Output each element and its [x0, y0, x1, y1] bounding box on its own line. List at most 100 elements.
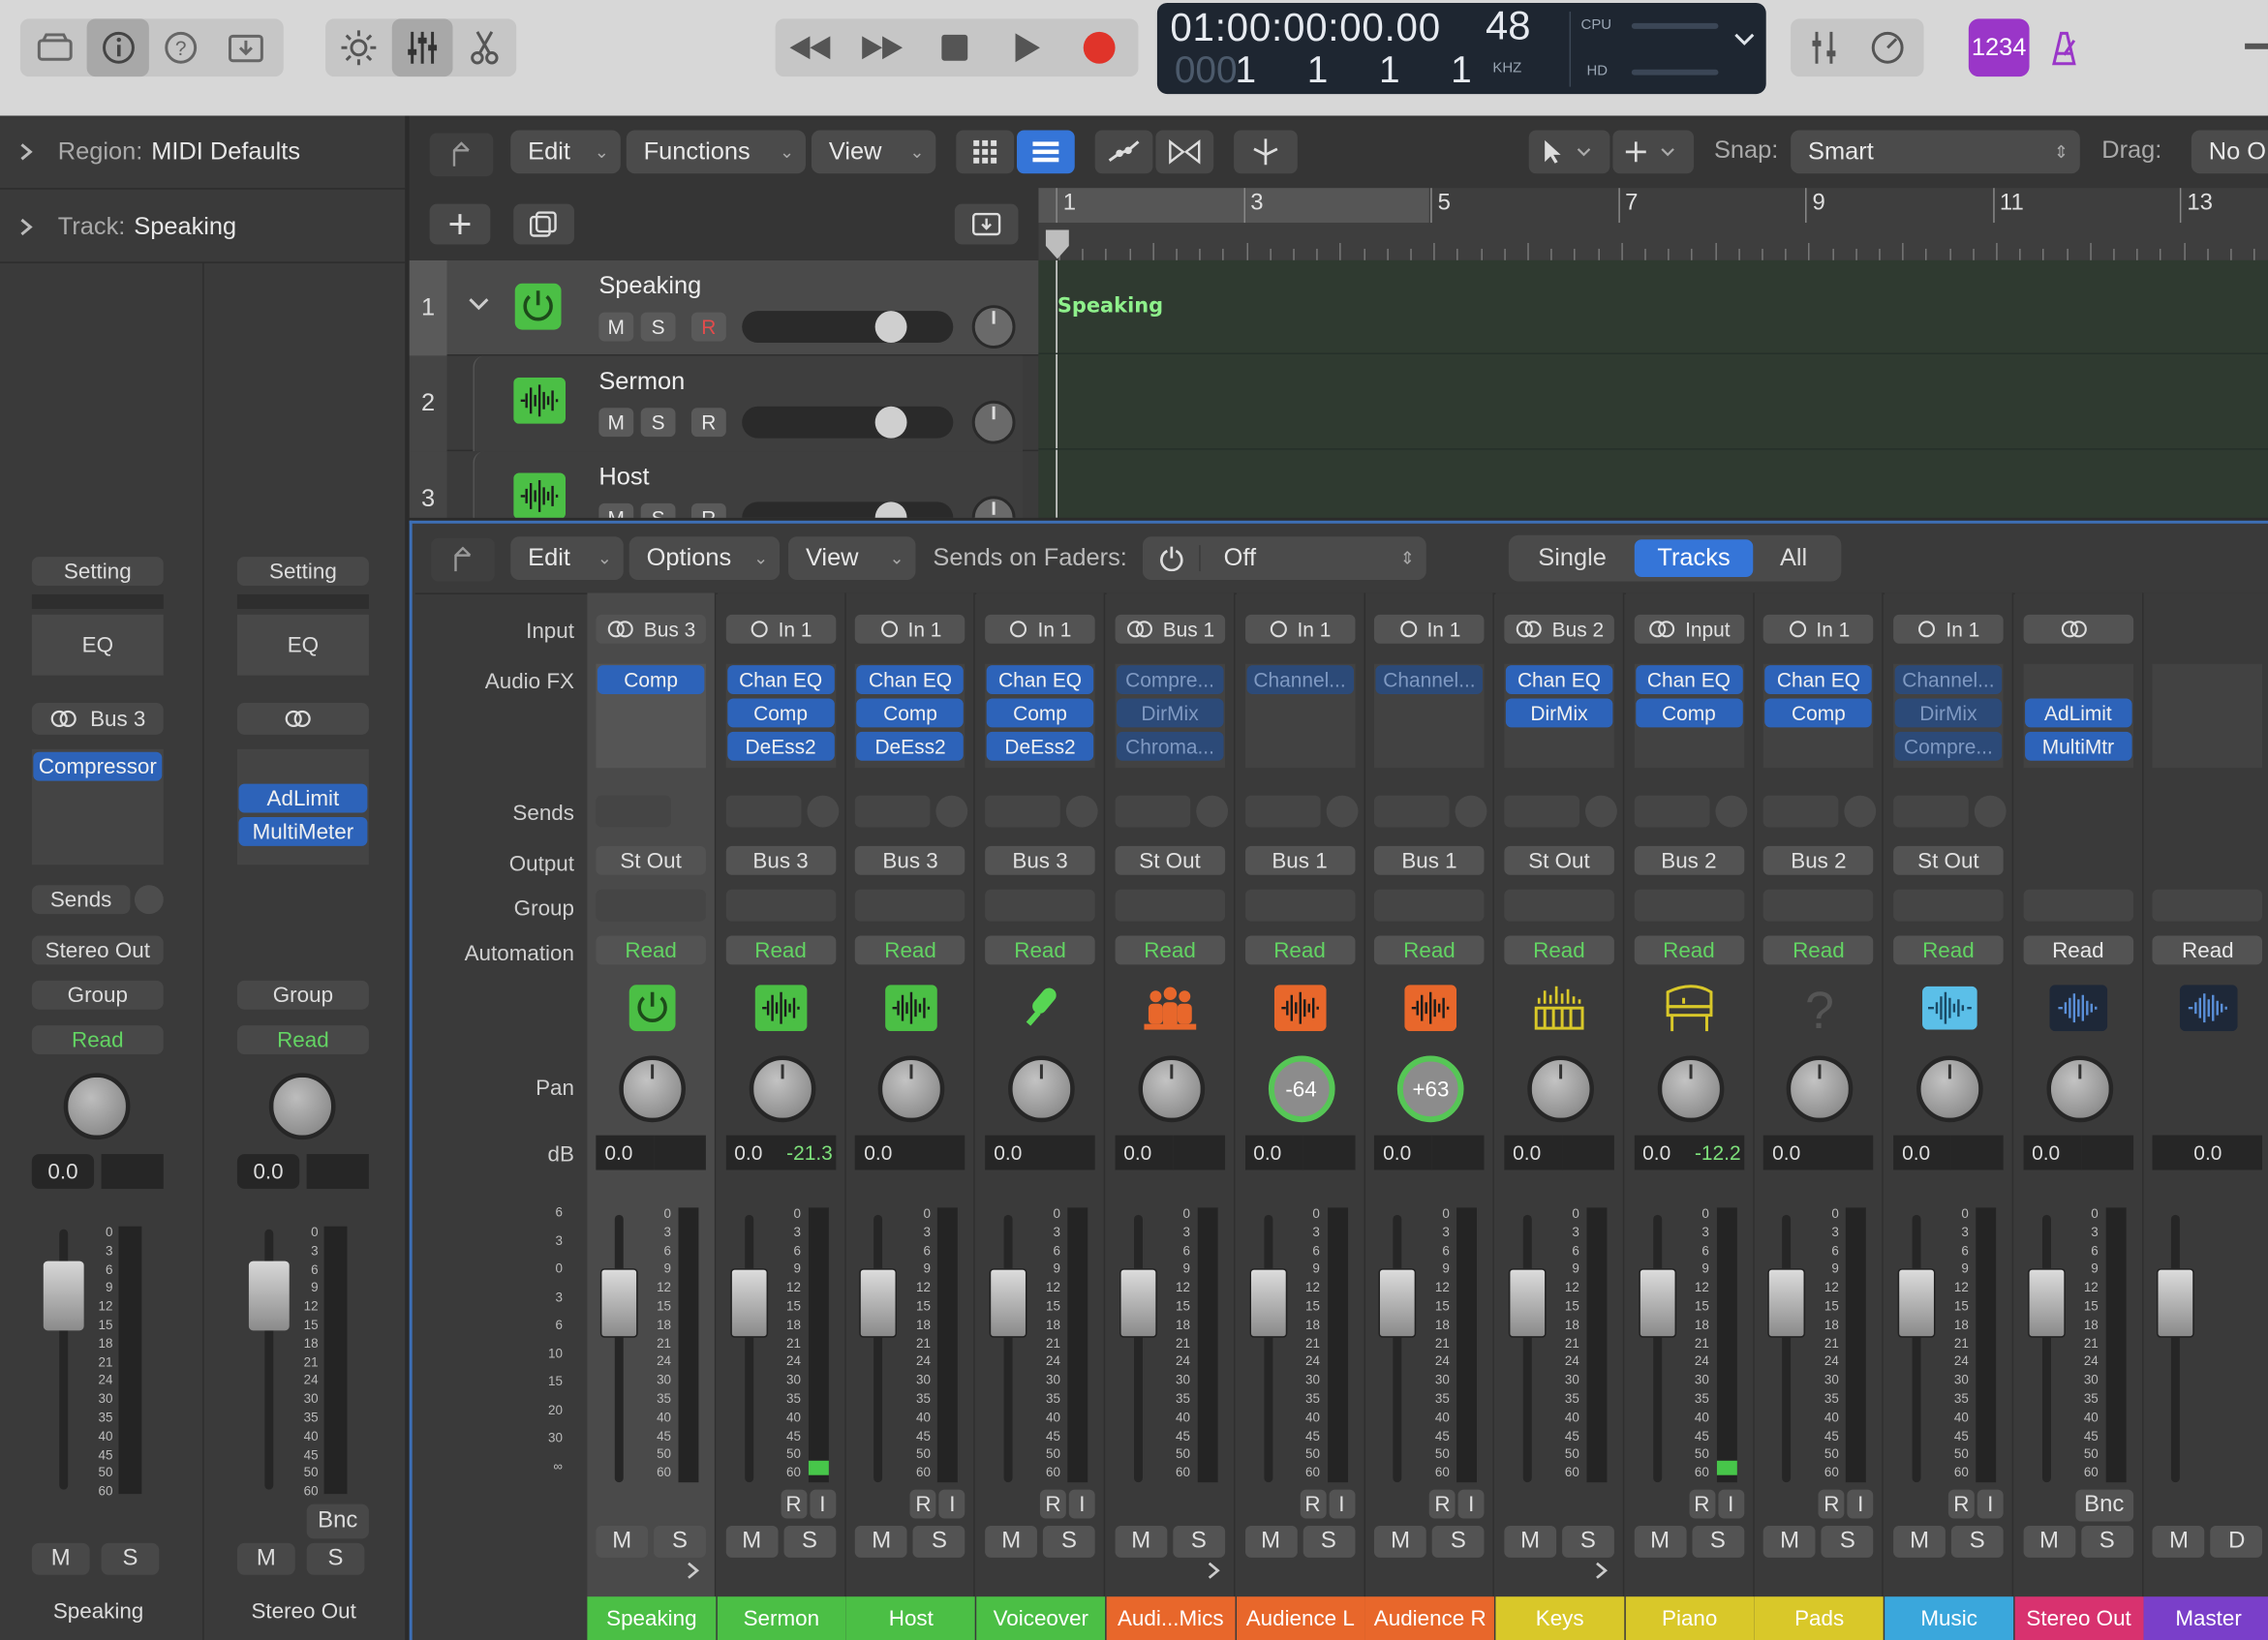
channel-name[interactable]: Audience L — [1236, 1596, 1365, 1640]
folder-expand-icon[interactable] — [684, 1561, 701, 1581]
output-icon[interactable] — [2014, 981, 2143, 1036]
volume-readout[interactable]: 0.0 — [985, 1135, 1044, 1170]
input-slot[interactable] — [2023, 614, 2133, 644]
mixer-icon[interactable] — [391, 18, 453, 77]
channel-name[interactable]: Stereo Out — [223, 1599, 384, 1624]
automation-mode[interactable]: Read — [1893, 935, 2004, 965]
folder-expand-icon[interactable] — [1592, 1561, 1609, 1581]
edit-menu[interactable]: Edit ⌄ — [510, 130, 621, 174]
volume-readout[interactable]: 0.0 — [1374, 1135, 1432, 1170]
folder-expand-icon[interactable] — [1205, 1561, 1222, 1581]
send-knob[interactable] — [1455, 795, 1487, 828]
pan-knob[interactable] — [268, 1073, 336, 1140]
volume-fader[interactable] — [1378, 1268, 1417, 1338]
output-slot[interactable]: Stereo Out — [31, 935, 164, 965]
track-header[interactable]: 1 Speaking M S R — [409, 259, 1039, 356]
rewind-icon[interactable] — [782, 21, 840, 74]
audio-fx-slot[interactable]: Chroma... — [1116, 731, 1224, 761]
volume-readout[interactable]: 0.0 — [855, 1135, 914, 1170]
automation-mode[interactable]: Read — [1115, 935, 1225, 965]
play-icon[interactable] — [998, 21, 1057, 74]
audio-fx-slot[interactable]: DirMix — [1894, 698, 2003, 728]
track-header[interactable]: 2 Sermon M S R — [409, 355, 1039, 452]
track-name[interactable]: Sermon — [598, 367, 685, 396]
volume-fader[interactable] — [1119, 1268, 1157, 1338]
audio-fx-slot[interactable]: Chan EQ — [1505, 665, 1613, 695]
channel-name[interactable]: Audi...Mics — [1106, 1596, 1236, 1640]
send-slot[interactable] — [985, 795, 1060, 828]
mute-button[interactable]: M — [1115, 1525, 1168, 1558]
audio-fx-slot[interactable]: AdLimit — [238, 783, 368, 813]
group-slot[interactable] — [1374, 889, 1485, 922]
pan-knob[interactable] — [971, 305, 1016, 349]
stop-icon[interactable] — [926, 21, 984, 74]
mute-button[interactable]: M — [236, 1542, 295, 1575]
audio-fx-slot[interactable]: Comp — [1635, 698, 1743, 728]
mute-button[interactable]: M — [1504, 1525, 1556, 1558]
automation-mode[interactable]: Read — [236, 1025, 369, 1055]
region-row[interactable]: Region: MIDI Defaults — [0, 116, 405, 189]
input-slot[interactable]: Bus 3 — [596, 614, 706, 644]
group-slot[interactable] — [1244, 889, 1355, 922]
mute-button[interactable]: M — [1374, 1525, 1426, 1558]
solo-button[interactable]: S — [640, 408, 676, 438]
automation-mode[interactable]: Read — [1763, 935, 1874, 965]
pan-knob[interactable] — [749, 1055, 815, 1123]
output-slot[interactable]: St Out — [1504, 845, 1614, 875]
back-arrow-icon[interactable] — [429, 133, 494, 177]
solo-button[interactable]: S — [640, 312, 676, 342]
pan-knob[interactable] — [1787, 1055, 1854, 1123]
solo-button[interactable]: S — [1821, 1525, 1874, 1558]
audio-fx-slot[interactable]: DeEss2 — [856, 731, 965, 761]
audio-fx-slot[interactable]: Comp — [1764, 698, 1873, 728]
audio-fx-slot[interactable]: DeEss2 — [726, 731, 835, 761]
power-icon[interactable] — [587, 981, 716, 1036]
audio-fx-slot[interactable]: DirMix — [1505, 698, 1613, 728]
send-slot[interactable] — [1374, 795, 1450, 828]
output-slot[interactable]: Bus 1 — [1244, 845, 1355, 875]
send-slot[interactable] — [1893, 795, 1969, 828]
group-slot[interactable] — [725, 889, 836, 922]
channel-name[interactable]: Pads — [1755, 1596, 1885, 1640]
group-slot[interactable] — [1115, 889, 1225, 922]
group-slot[interactable] — [855, 889, 965, 922]
setting-button[interactable]: Setting — [236, 557, 369, 587]
send-knob[interactable] — [806, 795, 839, 828]
input-slot[interactable]: In 1 — [725, 614, 836, 644]
volume-readout[interactable]: 0.0 — [1634, 1135, 1692, 1170]
read-button[interactable]: R — [781, 1489, 807, 1519]
channel-name[interactable]: Music — [1885, 1596, 2014, 1640]
group-slot[interactable] — [2153, 889, 2263, 922]
audio-fx-slot[interactable]: Chan EQ — [726, 665, 835, 695]
help-icon[interactable]: ? — [152, 21, 210, 74]
mute-button[interactable]: M — [1763, 1525, 1816, 1558]
channel-name[interactable]: Speaking — [587, 1596, 717, 1640]
mute-button[interactable]: M — [598, 502, 634, 518]
volume-readout[interactable]: 0.0 — [1244, 1135, 1303, 1170]
volume-fader[interactable] — [1897, 1268, 1936, 1338]
single-filter[interactable]: Single — [1515, 539, 1630, 577]
send-slot[interactable] — [855, 795, 931, 828]
volume-fader[interactable] — [43, 1260, 84, 1331]
audio-fx-slot[interactable]: Compressor — [33, 751, 163, 781]
send-slot[interactable] — [1634, 795, 1709, 828]
drag-select[interactable]: No O — [2191, 130, 2268, 174]
count-in-badge[interactable]: 1234 — [1968, 18, 2030, 77]
audio-fx-slot[interactable]: Comp — [856, 698, 965, 728]
grid-view-icon[interactable] — [956, 130, 1015, 174]
mute-button[interactable]: M — [31, 1542, 90, 1575]
input-slot[interactable]: Input — [1634, 614, 1744, 644]
automation-mode[interactable]: Read — [1374, 935, 1485, 965]
audio-fx-slot[interactable]: Chan EQ — [1764, 665, 1873, 695]
automation-mode[interactable]: Read — [31, 1025, 164, 1055]
waveform-icon[interactable] — [717, 981, 845, 1036]
automation-curve-icon[interactable] — [1094, 130, 1153, 174]
solo-button[interactable]: S — [1561, 1525, 1614, 1558]
mute-button[interactable]: M — [985, 1525, 1038, 1558]
power-icon[interactable] — [1143, 545, 1201, 572]
output-slot[interactable]: St Out — [596, 845, 706, 875]
sends-on-faders-select[interactable]: Off ⇕ — [1142, 536, 1426, 581]
solo-button[interactable]: S — [101, 1542, 160, 1575]
channel-name[interactable]: Piano — [1625, 1596, 1755, 1640]
volume-fader[interactable] — [1248, 1268, 1287, 1338]
